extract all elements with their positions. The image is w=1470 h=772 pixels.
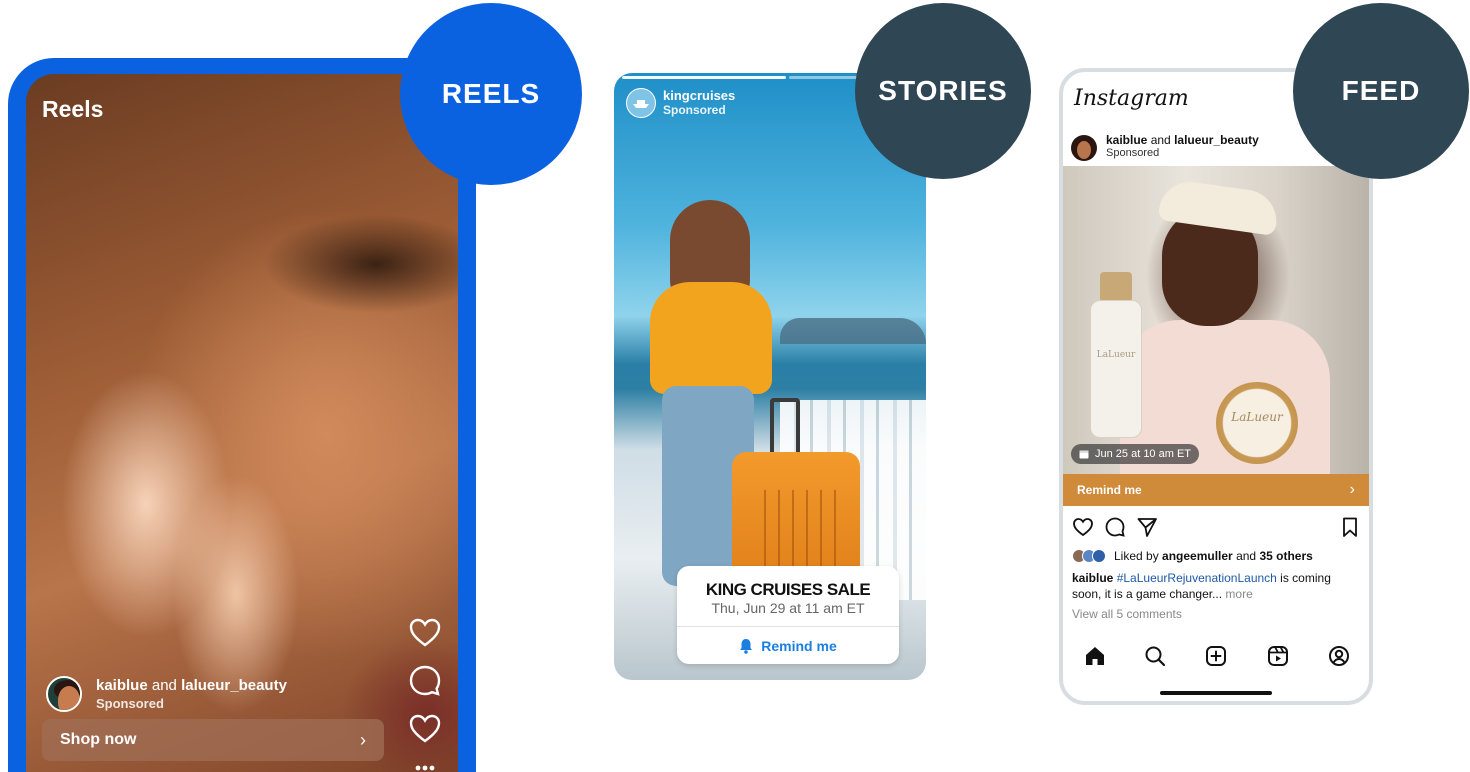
remind-me-label: Remind me — [1077, 483, 1142, 497]
bottle-pump — [1100, 272, 1132, 302]
account-name-secondary[interactable]: lalueur_beauty — [181, 677, 287, 694]
suitcase-ribs — [752, 490, 842, 574]
reels-placement-label: REELS — [400, 3, 582, 185]
avatar[interactable] — [46, 676, 82, 712]
bell-icon — [740, 639, 753, 654]
home-indicator — [1160, 691, 1272, 695]
liked-prefix: Liked by — [1114, 549, 1163, 563]
story-progress-active — [622, 76, 786, 79]
liked-by-text[interactable]: Liked by angeemuller and 35 others — [1114, 549, 1313, 563]
story-account-name[interactable]: kingcruises — [663, 88, 735, 103]
post-caption: kaiblue #LaLueurRejuvenationLaunch is co… — [1072, 570, 1362, 602]
remind-me-button[interactable]: Remind me › — [1063, 474, 1369, 506]
sponsored-label: Sponsored — [96, 696, 164, 711]
product-bottle — [1090, 300, 1142, 438]
remind-me-button[interactable]: Remind me — [677, 638, 899, 654]
reels-account-names[interactable]: kaiblue and lalueur_beauty — [96, 677, 287, 694]
suitcase-handle — [770, 398, 800, 456]
stories-placement-label: STORIES — [855, 3, 1031, 179]
bottle-brand-text: LaLueur — [1096, 350, 1136, 360]
liked-by-avatars — [1072, 549, 1106, 563]
feed-placement-label: FEED — [1293, 3, 1469, 179]
avatar[interactable] — [1071, 135, 1097, 161]
liked-count[interactable]: 35 others — [1259, 549, 1312, 563]
heart-icon[interactable] — [408, 616, 442, 650]
story-person-sweater — [650, 282, 772, 394]
liked-user[interactable]: angeemuller — [1162, 549, 1233, 563]
caption-hashtag[interactable]: #LaLueurRejuvenationLaunch — [1117, 571, 1277, 585]
bookmark-icon[interactable] — [1339, 516, 1361, 538]
ship-icon — [633, 100, 649, 108]
jar-brand-text: LaLueur — [1231, 410, 1283, 424]
sponsored-label: Sponsored — [663, 103, 726, 117]
more-icon[interactable] — [408, 756, 442, 772]
calendar-icon — [1079, 450, 1089, 459]
event-title: KING CRUISES SALE — [705, 580, 871, 599]
caption-user[interactable]: kaiblue — [1072, 571, 1113, 585]
comment-icon[interactable] — [1104, 516, 1126, 538]
shop-now-label: Shop now — [60, 731, 137, 748]
event-date-text: Jun 25 at 10 am ET — [1095, 448, 1191, 460]
view-comments-link[interactable]: View all 5 comments — [1072, 607, 1182, 621]
event-date-badge: Jun 25 at 10 am ET — [1071, 444, 1199, 464]
liked-mid: and — [1232, 549, 1260, 563]
remind-me-label: Remind me — [761, 638, 837, 654]
instagram-logo: Instagram — [1074, 86, 1189, 111]
share-icon[interactable] — [1136, 516, 1158, 538]
shop-now-button[interactable]: Shop now › — [42, 719, 384, 761]
heart-icon[interactable] — [1072, 516, 1094, 538]
account-joiner: and — [147, 677, 182, 694]
divider — [677, 626, 899, 627]
chevron-right-icon: › — [360, 729, 366, 750]
search-icon[interactable] — [1143, 644, 1167, 668]
avatar[interactable] — [626, 88, 656, 118]
reels-title: Reels — [42, 96, 104, 122]
ad-placements-showcase: Reels kaiblue and lalueur_beauty Sponsor… — [0, 0, 1470, 772]
chevron-right-icon: › — [1349, 481, 1355, 498]
event-date: Thu, Jun 29 at 11 am ET — [711, 600, 865, 616]
account-name-secondary[interactable]: lalueur_beauty — [1174, 133, 1259, 147]
sponsored-label: Sponsored — [1106, 147, 1160, 159]
account-name-primary[interactable]: kaiblue — [96, 677, 148, 694]
create-post-icon[interactable] — [1204, 644, 1228, 668]
caption-more-link[interactable]: more — [1222, 587, 1252, 601]
profile-icon[interactable] — [1327, 644, 1351, 668]
account-joiner: and — [1147, 133, 1175, 147]
account-name-primary[interactable]: kaiblue — [1106, 133, 1147, 147]
heart-icon[interactable] — [408, 712, 442, 746]
feed-account-names[interactable]: kaiblue and lalueur_beauty — [1106, 133, 1259, 147]
home-icon[interactable] — [1083, 644, 1107, 668]
reels-icon[interactable] — [1266, 644, 1290, 668]
comment-icon[interactable] — [408, 664, 442, 698]
story-island-shape — [780, 318, 926, 344]
reels-video[interactable] — [26, 74, 458, 772]
